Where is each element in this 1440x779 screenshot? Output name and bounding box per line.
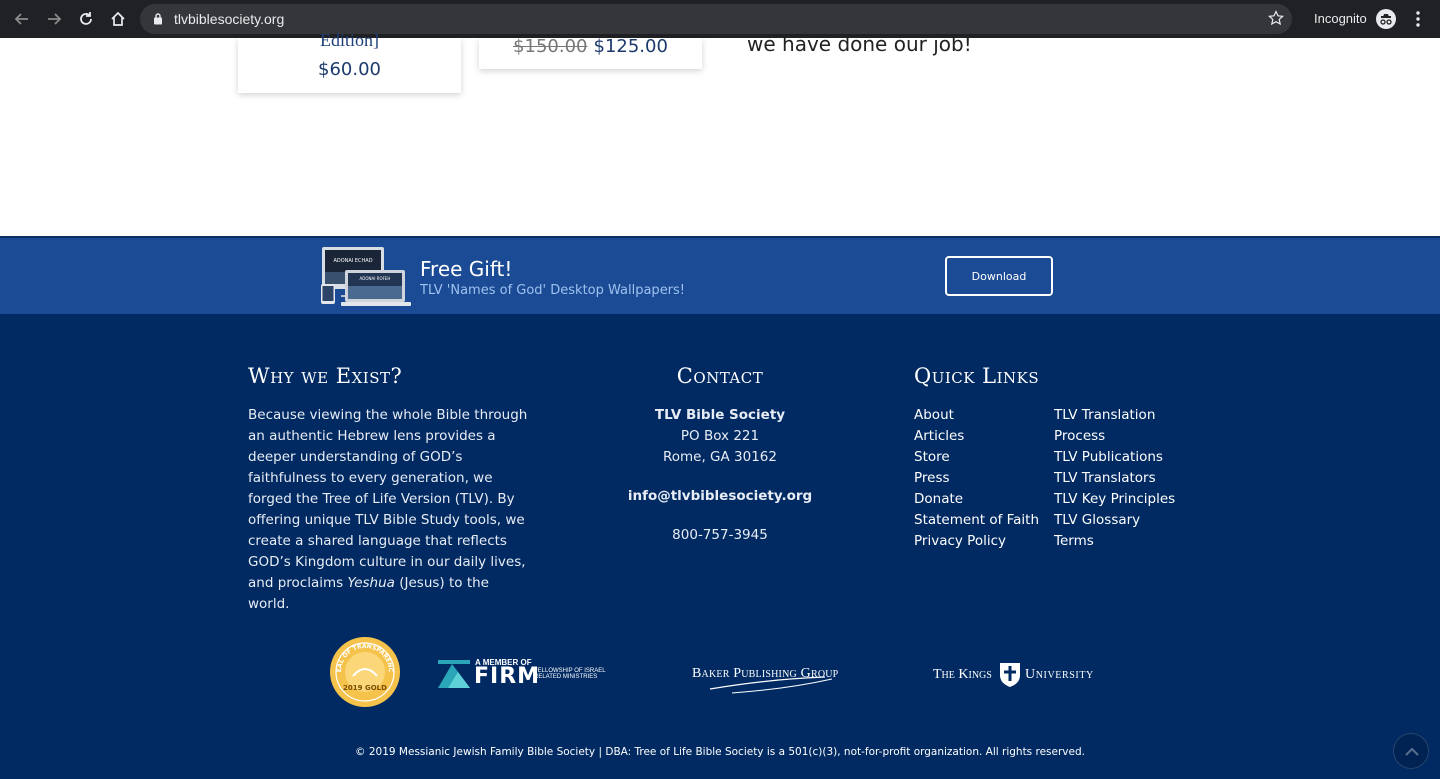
quick-links-column-2: TLV Translation Process TLV Publications… [1054,405,1194,552]
gift-subtitle[interactable]: TLV 'Names of God' Desktop Wallpapers! [420,283,685,298]
back-to-top-button[interactable] [1393,733,1429,769]
why-we-exist-text: Because viewing the whole Bible through … [248,407,528,612]
download-button[interactable]: Download [945,256,1053,296]
sale-price: $125.00 [593,36,668,57]
wallpaper-devices-image: ADONAI ECHAD ADONAI ROFEH [321,247,411,306]
lock-icon [153,12,163,30]
baker-publishing-logo[interactable]: Baker Publishing Group [692,662,852,696]
home-icon[interactable] [106,7,130,31]
firm-wordmark: FIRM [474,664,541,689]
guidestar-seal-logo[interactable]: SEAL OF TRANSPARENCY 2019 GOLD [329,636,401,708]
kings-wordmark-b: University [1025,667,1094,682]
url-text: tlvbiblesociety.org [174,11,285,27]
quick-links-heading: Quick Links [914,364,1040,388]
firm-mountain-icon [438,660,470,688]
product-price: $60.00 [318,59,381,80]
seal-year-text: 2019 GOLD [343,684,387,692]
free-gift-banner: ADONAI ECHAD ADONAI ROFEH Free Gift! TLV… [0,236,1440,314]
contact-heading: Contact [676,364,764,388]
shield-crest-icon [1000,663,1020,687]
contact-block: TLV Bible Society PO Box 221 Rome, GA 30… [600,405,840,546]
baker-swoosh-icon [709,676,833,694]
forward-icon[interactable] [42,7,66,31]
email-link[interactable]: info@tlvbiblesociety.org [600,486,840,507]
site-footer: Why we Exist? Because viewing the whole … [0,314,1440,779]
kings-university-logo[interactable]: The Kings University [933,660,1113,690]
footer-link-store[interactable]: Store [914,447,1049,468]
why-we-exist-heading: Why we Exist? [248,364,403,388]
footer-link-donate[interactable]: Donate [914,489,1049,510]
bookmark-star-icon[interactable] [1268,10,1284,31]
footer-link-privacy-policy[interactable]: Privacy Policy [914,531,1049,552]
kings-wordmark-a: The Kings [933,667,992,682]
device-caption: ADONAI ECHAD [333,258,372,264]
original-price: $150.00 [513,36,588,57]
footer-link-translators[interactable]: TLV Translators [1054,468,1194,489]
gift-title: Free Gift! [420,257,513,281]
footer-link-terms[interactable]: Terms [1054,531,1194,552]
footer-link-key-principles[interactable]: TLV Key Principles [1054,489,1194,510]
incognito-label: Incognito [1314,11,1367,26]
footer-link-publications[interactable]: TLV Publications [1054,447,1194,468]
back-icon[interactable] [10,7,34,31]
product-title[interactable]: Edition] [238,30,461,51]
footer-link-press[interactable]: Press [914,468,1049,489]
device-caption: ADONAI ROFEH [360,276,391,281]
copyright-text: © 2019 Messianic Jewish Family Bible Soc… [355,746,1085,758]
reload-icon[interactable] [74,7,98,31]
chevron-up-icon [1405,747,1419,756]
promo-text: we have done our job! [747,32,972,56]
firm-subtext: FELLOWSHIP OF ISRAEL RELATED MINISTRIES [534,668,606,680]
browser-toolbar: tlvbiblesociety.org Incognito [0,0,1440,38]
footer-link-articles[interactable]: Articles [914,426,1049,447]
quick-links-column-1: About Articles Store Press Donate Statem… [914,405,1049,552]
product-card[interactable]: $150.00 $125.00 [479,36,702,69]
footer-link-glossary[interactable]: TLV Glossary [1054,510,1194,531]
footer-link-translation-process[interactable]: TLV Translation Process [1054,405,1194,447]
footer-link-statement-of-faith[interactable]: Statement of Faith [914,510,1049,531]
firm-member-logo[interactable]: A MEMBER OF FIRM FELLOWSHIP OF ISRAEL RE… [438,657,613,691]
org-name: TLV Bible Society [654,407,786,423]
address-line: PO Box 221 [680,428,760,444]
incognito-icon[interactable] [1376,9,1396,29]
product-card[interactable]: Edition] $60.00 [238,30,461,93]
product-price-group: $150.00 $125.00 [479,36,702,57]
phone-number[interactable]: 800-757-3945 [600,525,840,546]
footer-link-about[interactable]: About [914,405,1049,426]
address-line: Rome, GA 30162 [662,449,777,465]
browser-menu-icon[interactable] [1410,9,1426,29]
